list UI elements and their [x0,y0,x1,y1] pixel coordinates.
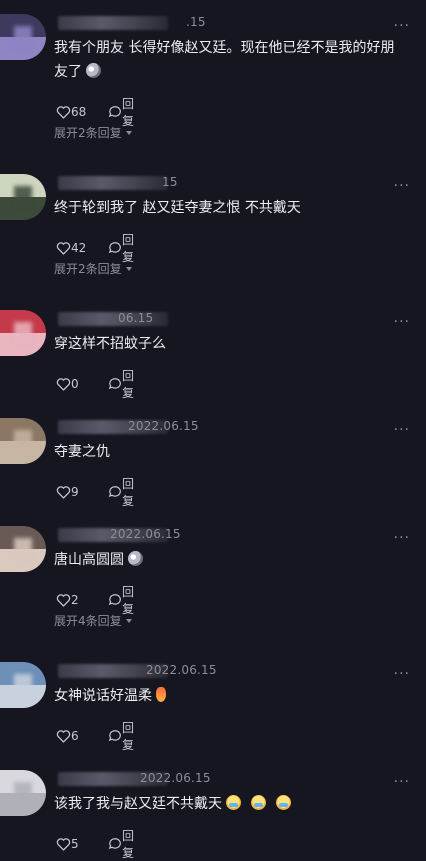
comment-text: 我有个朋友 长得好像赵又廷。现在他已经不是我的好朋友了 [54,40,395,80]
comment-text: 穿这样不招蚊子么 [54,336,166,352]
more-icon[interactable]: ··· [394,423,410,437]
comment-text: 女神说话好温柔 [54,684,408,708]
cry-emoji-icon [251,795,266,810]
avatar[interactable] [0,526,46,572]
chevron-down-icon [125,267,132,271]
like-button[interactable]: 2 [56,592,79,608]
like-button[interactable]: 0 [56,376,79,392]
comment-text: 唐山高圆圆 [54,548,408,572]
reply-button[interactable]: 回复 [108,477,134,508]
comment-date: 2022.06.15 [146,663,217,677]
like-count: 5 [71,837,79,851]
like-button[interactable]: 6 [56,728,79,744]
comment-date: 15 [162,175,178,189]
like-count: 42 [71,241,87,255]
comment-text: 该我了我与赵又廷不共戴天 [54,792,408,816]
reply-bubble-icon [108,485,122,499]
heart-icon [56,377,71,391]
comment-text: 终于轮到我了 赵又廷夺妻之恨 不共戴天 [54,200,301,216]
comment-date: 2022.06.15 [140,771,211,785]
like-button[interactable]: 68 [56,104,86,120]
reply-label: 回复 [122,721,135,752]
like-count: 68 [71,105,87,119]
avatar[interactable] [0,770,46,816]
more-icon[interactable]: ··· [394,179,410,193]
like-count: 2 [71,593,79,607]
like-count: 6 [71,729,79,743]
reply-button[interactable]: 回复 [108,233,134,264]
expand-replies-button[interactable]: 展开2条回复 [54,124,132,141]
chevron-down-icon [125,131,132,135]
like-count: 9 [71,485,79,499]
reply-bubble-icon [108,105,122,119]
avatar[interactable] [0,310,46,356]
comment-text: 夺妻之仇 [54,444,110,460]
reply-label: 回复 [122,829,135,860]
reply-button[interactable]: 回复 [108,721,134,752]
heart-icon [56,729,71,743]
cat-emoji-icon [128,551,143,566]
more-icon[interactable]: ··· [394,775,410,789]
avatar[interactable] [0,174,46,220]
expand-replies-button[interactable]: 展开4条回复 [54,612,132,629]
avatar[interactable] [0,418,46,464]
comment-date: 06.15 [118,311,154,325]
comment-date: 2022.06.15 [128,419,199,433]
reply-button[interactable]: 回复 [108,585,134,616]
chevron-down-icon [125,619,132,623]
heart-icon [56,485,71,499]
reply-button[interactable]: 回复 [108,97,134,128]
like-button[interactable]: 9 [56,484,79,500]
reply-bubble-icon [108,593,122,607]
comment-date: 2022.06.15 [110,527,181,541]
expand-replies-button[interactable]: 展开2条回复 [54,260,132,277]
heart-icon [56,837,71,851]
avatar[interactable] [0,14,46,60]
like-button[interactable]: 42 [56,240,86,256]
avatar[interactable] [0,662,46,708]
more-icon[interactable]: ··· [394,19,410,33]
more-icon[interactable]: ··· [394,315,410,329]
like-button[interactable]: 5 [56,836,79,852]
more-icon[interactable]: ··· [394,531,410,545]
heart-icon [56,241,71,255]
cat-emoji-icon [86,63,101,78]
heart-icon [56,105,71,119]
heart-icon [56,593,71,607]
more-icon[interactable]: ··· [394,667,410,681]
cry-emoji-icon [226,795,241,810]
reply-label: 回复 [122,369,135,400]
like-count: 0 [71,377,79,391]
cry-emoji-icon [276,795,291,810]
username-blurred[interactable] [58,16,168,30]
reply-bubble-icon [108,729,122,743]
comment-date: .15 [186,15,206,29]
reply-bubble-icon [108,377,122,391]
username-blurred[interactable] [58,176,168,190]
fire-emoji-icon [156,687,166,702]
reply-button[interactable]: 回复 [108,369,134,400]
reply-label: 回复 [122,477,135,508]
reply-button[interactable]: 回复 [108,829,134,860]
reply-bubble-icon [108,837,122,851]
reply-bubble-icon [108,241,122,255]
